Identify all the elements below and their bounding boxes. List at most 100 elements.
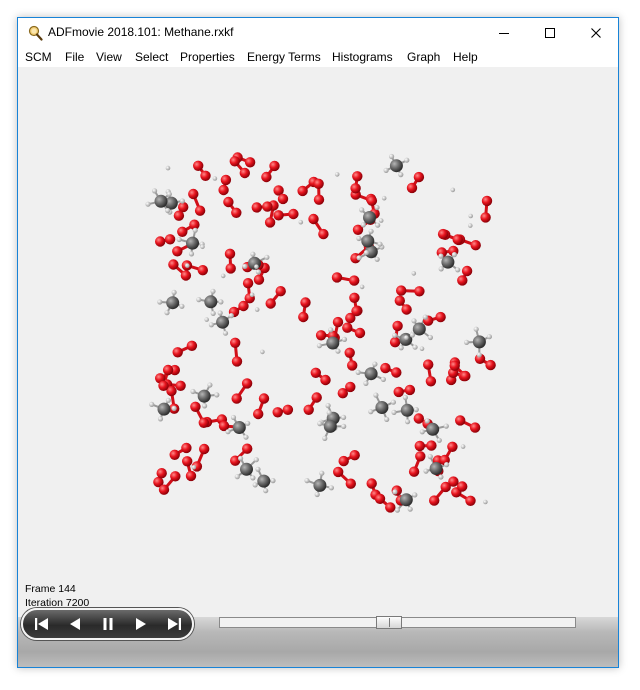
- menu-properties[interactable]: Properties: [180, 50, 235, 64]
- oxygen-atom[interactable]: [193, 160, 204, 171]
- hydrogen-atom[interactable]: [359, 207, 365, 213]
- hydrogen-atom[interactable]: [381, 195, 387, 201]
- hydrogen-atom[interactable]: [264, 254, 270, 260]
- oxygen-atom[interactable]: [241, 378, 253, 389]
- hydrogen-atom[interactable]: [254, 264, 259, 269]
- menu-view[interactable]: View: [96, 50, 122, 64]
- hydrogen-atom[interactable]: [389, 153, 395, 160]
- oxygen-atom[interactable]: [186, 340, 198, 351]
- hydrogen-atom[interactable]: [171, 289, 177, 295]
- oxygen-atom[interactable]: [437, 228, 449, 240]
- menu-scm[interactable]: SCM: [25, 50, 52, 64]
- hydrogen-atom[interactable]: [152, 188, 158, 194]
- oxygen-atom[interactable]: [311, 392, 322, 403]
- oxygen-atom[interactable]: [156, 468, 167, 479]
- menu-select[interactable]: Select: [135, 50, 168, 64]
- oxygen-atom[interactable]: [169, 449, 180, 460]
- hydrogen-atom[interactable]: [404, 157, 410, 163]
- hydrogen-atom[interactable]: [238, 455, 244, 461]
- oxygen-atom[interactable]: [175, 380, 186, 391]
- hydrogen-atom[interactable]: [249, 292, 255, 298]
- menu-graph[interactable]: Graph: [407, 50, 440, 64]
- hydrogen-atom[interactable]: [394, 507, 400, 513]
- hydrogen-atom[interactable]: [319, 470, 325, 476]
- oxygen-atom[interactable]: [401, 304, 412, 315]
- hydrogen-atom[interactable]: [409, 332, 415, 338]
- oxygen-atom[interactable]: [366, 195, 378, 206]
- hydrogen-atom[interactable]: [157, 416, 164, 422]
- oxygen-atom[interactable]: [198, 417, 209, 428]
- oxygen-atom[interactable]: [313, 178, 324, 189]
- hydrogen-atom[interactable]: [392, 489, 398, 495]
- oxygen-atom[interactable]: [199, 443, 210, 455]
- maximize-button[interactable]: [527, 18, 573, 47]
- hydrogen-atom[interactable]: [374, 204, 380, 211]
- hydrogen-atom[interactable]: [341, 336, 348, 342]
- hydrogen-atom[interactable]: [190, 388, 196, 395]
- oxygen-atom[interactable]: [288, 208, 299, 220]
- hydrogen-atom[interactable]: [196, 297, 202, 303]
- oxygen-atom[interactable]: [331, 272, 343, 283]
- oxygen-atom[interactable]: [223, 196, 234, 208]
- oxygen-atom[interactable]: [408, 466, 420, 477]
- oxygen-atom[interactable]: [404, 384, 416, 396]
- oxygen-atom[interactable]: [470, 240, 481, 251]
- carbon-atom[interactable]: [361, 234, 375, 248]
- oxygen-atom[interactable]: [253, 274, 265, 285]
- step-back-button[interactable]: [64, 615, 86, 633]
- hydrogen-atom[interactable]: [476, 352, 482, 358]
- oxygen-atom[interactable]: [185, 470, 197, 482]
- oxygen-atom[interactable]: [332, 316, 344, 328]
- hydrogen-atom[interactable]: [145, 201, 151, 207]
- hydrogen-atom[interactable]: [164, 310, 170, 316]
- carbon-atom[interactable]: [186, 236, 199, 250]
- oxygen-atom[interactable]: [242, 443, 253, 454]
- carbon-atom[interactable]: [313, 478, 327, 492]
- hydrogen-atom[interactable]: [204, 317, 209, 322]
- oxygen-atom[interactable]: [251, 202, 262, 213]
- hydrogen-atom[interactable]: [398, 345, 404, 351]
- oxygen-atom[interactable]: [300, 297, 311, 308]
- hydrogen-atom[interactable]: [483, 499, 488, 505]
- carbon-atom[interactable]: [323, 419, 337, 433]
- oxygen-atom[interactable]: [231, 356, 243, 367]
- hydrogen-atom[interactable]: [214, 392, 220, 398]
- oxygen-atom[interactable]: [393, 386, 404, 398]
- oxygen-atom[interactable]: [345, 478, 356, 489]
- hydrogen-atom[interactable]: [192, 227, 198, 233]
- oxygen-atom[interactable]: [391, 367, 402, 378]
- hydrogen-atom[interactable]: [179, 198, 185, 204]
- oxygen-atom[interactable]: [414, 440, 425, 452]
- oxygen-atom[interactable]: [481, 195, 493, 207]
- hydrogen-atom[interactable]: [225, 429, 231, 435]
- oxygen-atom[interactable]: [385, 502, 396, 513]
- hydrogen-atom[interactable]: [464, 339, 470, 345]
- hydrogen-atom[interactable]: [165, 207, 171, 214]
- oxygen-atom[interactable]: [273, 210, 284, 221]
- hydrogen-atom[interactable]: [245, 420, 251, 426]
- hydrogen-atom[interactable]: [374, 256, 380, 262]
- hydrogen-atom[interactable]: [328, 327, 334, 333]
- oxygen-atom[interactable]: [200, 170, 211, 181]
- hydrogen-atom[interactable]: [316, 343, 322, 349]
- oxygen-atom[interactable]: [253, 408, 264, 420]
- oxygen-atom[interactable]: [485, 359, 496, 371]
- hydrogen-atom[interactable]: [255, 466, 261, 472]
- hydrogen-atom[interactable]: [450, 187, 456, 193]
- carbon-atom[interactable]: [364, 367, 378, 381]
- hydrogen-atom[interactable]: [325, 403, 331, 409]
- oxygen-atom[interactable]: [308, 213, 319, 225]
- oxygen-atom[interactable]: [168, 259, 179, 270]
- oxygen-atom[interactable]: [194, 205, 206, 216]
- oxygen-atom[interactable]: [413, 413, 424, 424]
- oxygen-atom[interactable]: [366, 478, 377, 489]
- hydrogen-atom[interactable]: [334, 172, 340, 177]
- oxygen-atom[interactable]: [465, 495, 476, 506]
- oxygen-atom[interactable]: [447, 441, 458, 452]
- oxygen-atom[interactable]: [269, 160, 280, 172]
- hydrogen-atom[interactable]: [212, 176, 218, 181]
- oxygen-atom[interactable]: [350, 183, 361, 194]
- oxygen-atom[interactable]: [275, 286, 286, 297]
- hydrogen-atom[interactable]: [250, 475, 256, 481]
- hydrogen-atom[interactable]: [413, 407, 419, 413]
